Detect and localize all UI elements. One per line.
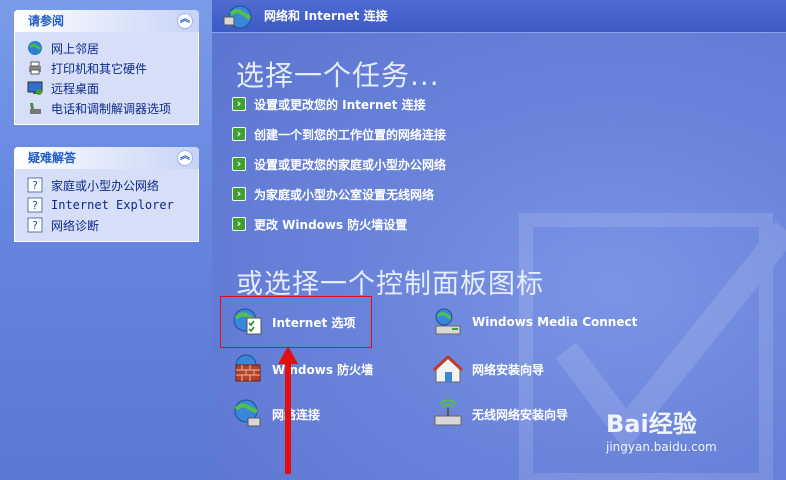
baidu-watermark: Bai经验 jingyan.baidu.com — [606, 398, 756, 462]
troubleshoot-panel: 疑难解答 ︽ ? 家庭或小型办公网络 ? Internet Explorer ?… — [14, 147, 199, 242]
arrow-right-icon: › — [232, 157, 246, 171]
wireless-setup-icon — [434, 399, 462, 426]
task-label: 设置或更改您的家庭或小型办公网络 — [254, 157, 447, 172]
watermark-brand: Bai经验 — [606, 410, 697, 438]
network-places-icon — [28, 41, 42, 55]
task-label: 创建一个到您的工作位置的网络连接 — [254, 127, 447, 142]
header-bar: 网络和 Internet 连接 — [212, 0, 786, 33]
cp-label: 无线网络安装向导 — [472, 407, 569, 422]
task-wireless-network[interactable]: › 为家庭或小型办公室设置无线网络 — [232, 184, 434, 204]
watermark-url: jingyan.baidu.com — [606, 440, 717, 454]
left-task-pane: 请参阅 ︽ 网上邻居 打印机和其它硬件 远程桌面 电话和调制解调器选项 疑难解答… — [0, 0, 212, 480]
see-also-phone-modem[interactable]: 电话和调制解调器选项 — [27, 98, 198, 118]
task-label: 为家庭或小型办公室设置无线网络 — [254, 187, 435, 202]
help-icon: ? — [27, 177, 43, 193]
task-home-network[interactable]: › 设置或更改您的家庭或小型办公网络 — [232, 154, 446, 174]
svg-text:?: ? — [32, 179, 38, 192]
arrow-up-icon — [278, 346, 298, 474]
see-also-header[interactable]: 请参阅 ︽ — [14, 10, 199, 32]
troubleshoot-header[interactable]: 疑难解答 ︽ — [14, 147, 199, 169]
main-content: 网络和 Internet 连接 选择一个任务... › 设置或更改您的 Inte… — [212, 0, 786, 480]
link-label: Internet Explorer — [51, 198, 174, 212]
remote-desktop-icon — [27, 81, 43, 95]
see-also-panel: 请参阅 ︽ 网上邻居 打印机和其它硬件 远程桌面 电话和调制解调器选项 — [14, 10, 199, 125]
link-label: 网络诊断 — [51, 218, 100, 233]
printer-icon — [29, 61, 41, 75]
help-icon: ? — [27, 197, 43, 213]
media-connect-icon — [435, 308, 461, 335]
cp-label: Windows Media Connect — [472, 315, 638, 329]
firewall-icon — [235, 354, 261, 382]
help-icon: ? — [27, 217, 43, 233]
cp-network-setup-wizard[interactable]: 网络安装向导 — [432, 351, 544, 387]
task-internet-connection[interactable]: › 设置或更改您的 Internet 连接 — [232, 94, 426, 114]
arrow-right-icon: › — [232, 217, 246, 231]
link-label: 电话和调制解调器选项 — [51, 101, 172, 116]
network-globe-icon — [223, 5, 252, 29]
cp-wireless-setup-wizard[interactable]: 无线网络安装向导 — [432, 396, 568, 432]
task-label: 更改 Windows 防火墙设置 — [254, 217, 408, 232]
arrow-right-icon: › — [232, 127, 246, 141]
cp-network-connections[interactable]: 网络连接 — [232, 396, 320, 432]
link-label: 家庭或小型办公网络 — [51, 178, 160, 193]
see-also-network-places[interactable]: 网上邻居 — [27, 38, 198, 58]
phone-icon — [30, 103, 41, 114]
arrow-right-icon: › — [232, 187, 246, 201]
page-title: 网络和 Internet 连接 — [264, 9, 388, 23]
troubleshoot-internet-explorer[interactable]: ? Internet Explorer — [27, 195, 198, 215]
arrow-right-icon: › — [232, 97, 246, 111]
task-work-connection[interactable]: › 创建一个到您的工作位置的网络连接 — [232, 124, 446, 144]
link-label: 打印机和其它硬件 — [51, 61, 148, 76]
network-setup-icon — [432, 354, 464, 383]
link-label: 网上邻居 — [51, 41, 100, 56]
svg-text:?: ? — [32, 199, 38, 212]
see-also-printers[interactable]: 打印机和其它硬件 — [27, 58, 198, 78]
task-heading: 选择一个任务... — [236, 59, 440, 92]
cp-label: 网络安装向导 — [472, 362, 545, 377]
cp-media-connect[interactable]: Windows Media Connect — [432, 304, 637, 340]
troubleshoot-title: 疑难解答 — [28, 151, 77, 165]
see-also-title: 请参阅 — [28, 14, 65, 28]
network-connections-icon — [234, 399, 261, 427]
troubleshoot-home-network[interactable]: ? 家庭或小型办公网络 — [27, 175, 198, 195]
task-firewall-settings[interactable]: › 更改 Windows 防火墙设置 — [232, 214, 407, 234]
svg-text:?: ? — [32, 219, 38, 232]
see-also-remote-desktop[interactable]: 远程桌面 — [27, 78, 198, 98]
link-label: 远程桌面 — [51, 81, 100, 96]
cp-windows-firewall[interactable]: Windows 防火墙 — [232, 351, 373, 387]
troubleshoot-network-diagnostics[interactable]: ? 网络诊断 — [27, 215, 198, 235]
collapse-chevron-icon[interactable]: ︽ — [177, 13, 193, 29]
collapse-chevron-icon[interactable]: ︽ — [177, 150, 193, 166]
task-label: 设置或更改您的 Internet 连接 — [254, 97, 426, 112]
highlight-box — [220, 296, 372, 348]
